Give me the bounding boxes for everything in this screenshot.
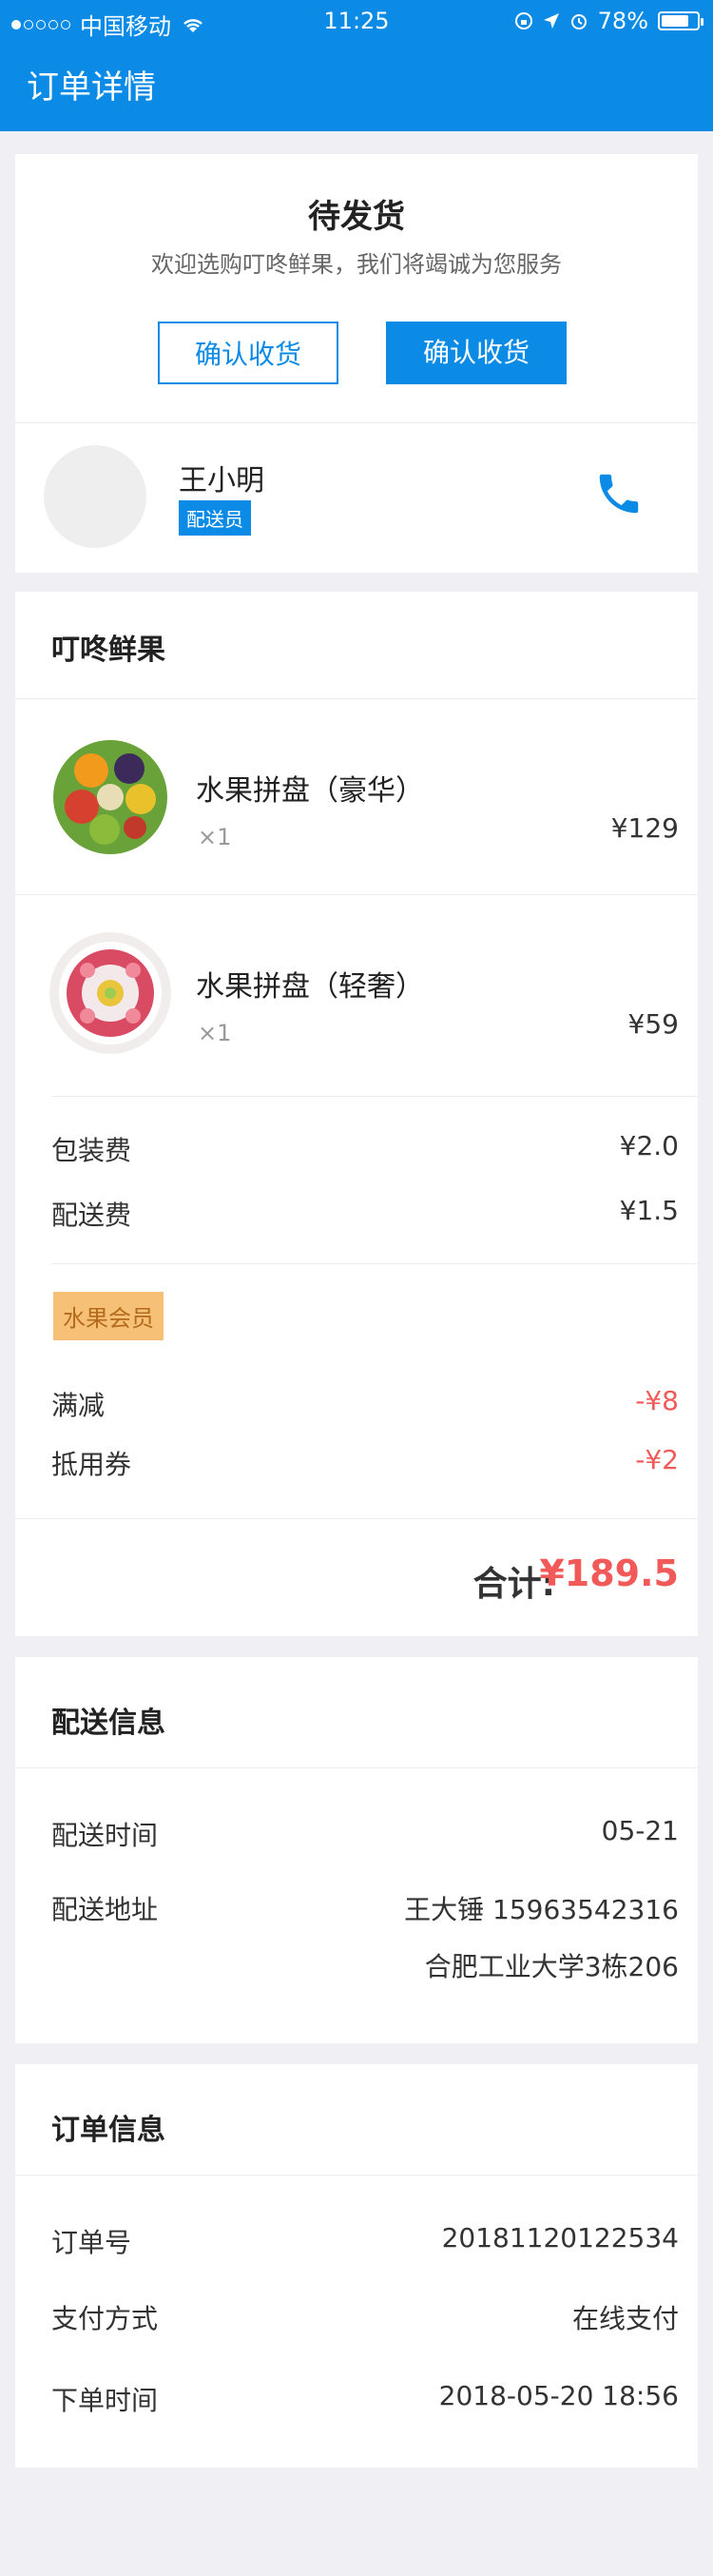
order-status-card: 待发货 欢迎选购叮咚鲜果，我们将竭诚为您服务 确认收货 确认收货 王小明 配送员 [15, 154, 698, 573]
divider [15, 422, 698, 423]
total-value: ¥189.5 [539, 1552, 679, 1594]
order-number-value: 20181120122534 [441, 2222, 679, 2254]
payment-method-label: 支付方式 [51, 2303, 159, 2334]
delivery-time-label: 配送时间 [51, 1820, 159, 1851]
delivery-address-label: 配送地址 [51, 1894, 159, 1925]
divider [15, 894, 698, 895]
status-bar: 中国移动 11:25 78% [0, 0, 713, 42]
item-name: 水果拼盘（轻奢） [196, 970, 424, 1004]
shop-name: 叮咚鲜果 [51, 634, 165, 667]
order-time-label: 下单时间 [51, 2385, 159, 2416]
divider [51, 1263, 698, 1264]
location-arrow-icon [543, 13, 559, 29]
battery-percent: 78% [597, 8, 648, 34]
courier-name: 王小明 [179, 464, 264, 498]
section-title: 订单信息 [51, 2114, 165, 2147]
status-right: 78% [514, 8, 703, 34]
delivery-time-value: 05-21 [601, 1815, 679, 1846]
delivery-fee-value: ¥1.5 [619, 1195, 679, 1226]
delivery-info-card: 配送信息 配送时间 05-21 配送地址 王大锤 15963542316 合肥工… [15, 1657, 698, 2043]
order-status-title: 待发货 [308, 198, 405, 236]
packaging-fee-label: 包装费 [51, 1135, 132, 1166]
section-title: 配送信息 [51, 1707, 165, 1740]
phone-icon[interactable] [593, 468, 645, 519]
full-reduction-value: -¥8 [635, 1385, 679, 1416]
courier-role-badge: 配送员 [179, 500, 251, 536]
fruit-platter-deluxe-image [49, 736, 171, 858]
delivery-address-contact: 王大锤 15963542316 [404, 1894, 679, 1925]
item-name: 水果拼盘（豪华） [196, 774, 424, 808]
item-quantity: ×1 [198, 1020, 232, 1046]
packaging-fee-value: ¥2.0 [619, 1130, 679, 1161]
order-time-value: 2018-05-20 18:56 [438, 2380, 679, 2411]
courier-avatar [44, 445, 146, 548]
confirm-receipt-button[interactable]: 确认收货 [386, 322, 567, 384]
divider [15, 2175, 698, 2176]
divider [15, 698, 698, 699]
delivery-address-detail: 合肥工业大学3栋206 [424, 1951, 679, 1982]
member-badge: 水果会员 [53, 1292, 164, 1340]
divider [15, 1518, 698, 1519]
confirm-receipt-button-outline[interactable]: 确认收货 [158, 322, 338, 384]
page-title: 订单详情 [27, 68, 156, 107]
coupon-label: 抵用券 [51, 1449, 132, 1480]
divider [15, 1767, 698, 1768]
order-number-label: 订单号 [51, 2227, 132, 2258]
coupon-value: -¥2 [635, 1444, 679, 1475]
fruit-platter-light-image [49, 932, 171, 1054]
item-price: ¥59 [627, 1008, 679, 1040]
navigation-bar: 中国移动 11:25 78% 订单详情 [0, 0, 713, 131]
payment-method-value: 在线支付 [571, 2303, 679, 2334]
delivery-fee-label: 配送费 [51, 1200, 132, 1231]
full-reduction-label: 满减 [51, 1390, 106, 1421]
item-quantity: ×1 [198, 824, 232, 850]
order-status-subtitle: 欢迎选购叮咚鲜果，我们将竭诚为您服务 [151, 251, 562, 278]
alarm-icon [570, 14, 587, 29]
order-info-card: 订单信息 订单号 20181120122534 支付方式 在线支付 下单时间 2… [15, 2064, 698, 2468]
item-price: ¥129 [610, 812, 679, 844]
order-items-card: 叮咚鲜果 水果拼盘（豪华） ×1 ¥129 水果拼盘（轻奢） ×1 ¥59 包装… [15, 592, 698, 1636]
lock-rotation-icon [514, 12, 532, 29]
divider [51, 1096, 698, 1097]
battery-icon [658, 11, 703, 30]
